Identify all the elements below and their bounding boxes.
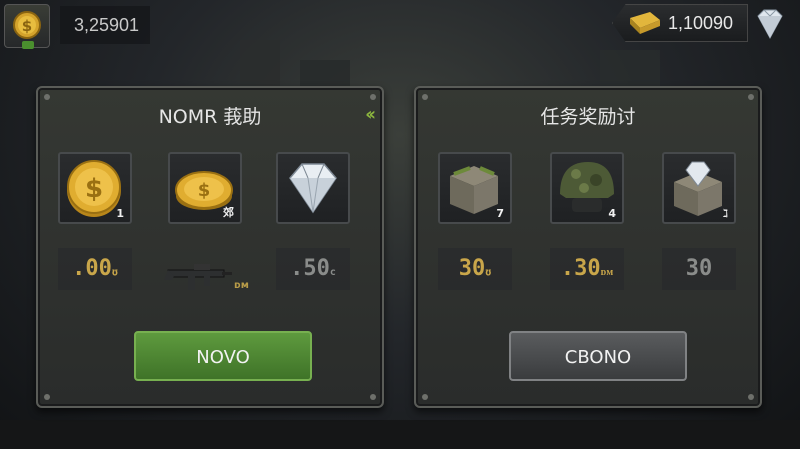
bolt (748, 94, 754, 100)
bolt (422, 394, 428, 400)
gold-balance: 1,10090 (668, 13, 734, 33)
price-suffix: ᴅᴍ (600, 267, 614, 278)
top-bar: $ 3,25901 1,10090 (0, 0, 800, 52)
bolt (370, 394, 376, 400)
price-suffix: ʊ (111, 267, 118, 278)
item-slot-helmet[interactable]: 4 (550, 152, 624, 224)
price-tag: .00ʊ (58, 248, 132, 290)
coin-icon: $ (13, 11, 41, 39)
item-slot-coin-1[interactable]: $ 1 (58, 152, 132, 224)
price-value: 30 (458, 256, 486, 281)
item-slot-crate[interactable]: 7 (438, 152, 512, 224)
cbono-button[interactable]: CBONO (509, 331, 687, 381)
coin-shop-button[interactable]: $ (4, 4, 50, 49)
right-reward-panel: 任务奖励讨 7 4 ℷ 30ʊ .30ᴅᴍ 30 CBONO (414, 86, 762, 408)
price-tag: .30ᴅᴍ (550, 248, 624, 290)
bolt (748, 394, 754, 400)
add-coin-plus-icon[interactable] (22, 41, 34, 49)
item-slot-coin-2[interactable]: $ 郊 (168, 152, 242, 224)
item-quantity: ℷ (722, 207, 728, 220)
svg-text:$: $ (198, 180, 211, 201)
svg-text:$: $ (85, 174, 103, 204)
item-quantity: 7 (496, 207, 504, 220)
left-shop-panel: NOMR 莪助 ‹‹ $ 1 $ 郊 .00ʊ ᴅᴍ .50c NOVO (36, 86, 384, 408)
price-value: .30 (560, 256, 601, 281)
price-tag: 30ʊ (438, 248, 512, 290)
bolt (44, 94, 50, 100)
novo-button[interactable]: NOVO (134, 331, 312, 381)
price-tag: .50c (276, 248, 350, 290)
panel-title: 任务奖励讨 (540, 106, 636, 128)
bolt (370, 94, 376, 100)
price-suffix: ʊ (485, 267, 492, 278)
price-value: 30 (685, 256, 713, 281)
price-value: .50 (290, 256, 330, 281)
price-value: .00 (72, 256, 112, 281)
item-slot-diamond-crate[interactable]: ℷ (662, 152, 736, 224)
chevron-left-icon[interactable]: ‹‹ (365, 104, 376, 125)
svg-text:$: $ (22, 17, 32, 35)
gold-bar-icon (630, 12, 660, 34)
diamond-icon (289, 163, 337, 214)
coin-balance: 3,25901 (60, 6, 150, 44)
item-quantity: 1 (116, 207, 124, 220)
assault-rifle-icon (164, 264, 232, 290)
bolt (44, 394, 50, 400)
item-quantity: 郊 (223, 206, 234, 219)
price-tag: 30 (662, 248, 736, 290)
price-suffix: ᴅᴍ (234, 280, 249, 291)
bolt (422, 94, 428, 100)
diamond-icon[interactable] (750, 6, 790, 42)
price-suffix: c (329, 267, 336, 278)
item-quantity: 4 (608, 207, 616, 220)
panel-title: NOMR 莪助 (158, 106, 262, 128)
item-slot-diamond[interactable] (276, 152, 350, 224)
